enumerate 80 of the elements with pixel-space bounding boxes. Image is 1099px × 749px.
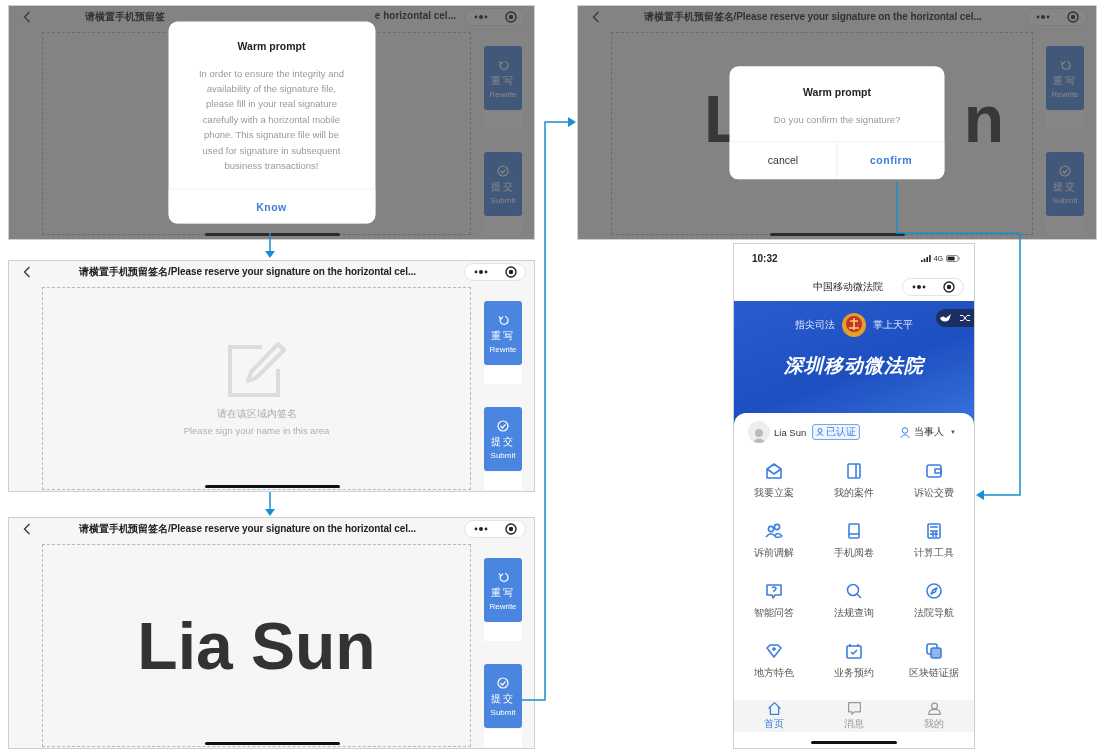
service-item[interactable]: 智能问答 [734,573,814,633]
people-icon [764,521,784,541]
more-icon[interactable] [473,526,488,532]
rewrite-button[interactable]: 重写 Rewrite [484,558,522,622]
signature-text: Lia Sun [137,607,376,684]
slogan-text: 掌上天平 [873,318,913,332]
service-item[interactable]: 计算工具 [894,513,974,573]
close-icon[interactable] [504,523,517,535]
person-icon [752,428,766,443]
service-item[interactable]: 我要立案 [734,453,814,513]
badge-label: 已认证 [826,425,857,439]
page-title: 请横置手机预留签名/Please reserve your signature on the horizontal cel... [78,265,417,279]
app-title: 中国移动微法院 [812,280,884,294]
blank-panel [484,623,522,641]
dialog-title: Warm prompt [802,84,872,100]
close-icon[interactable] [942,281,955,293]
banner-heading: 深圳移动微法院 [784,354,924,378]
service-item[interactable]: 法院导航 [894,573,974,633]
blank-panel [484,366,522,384]
compass-icon [924,581,944,601]
more-icon[interactable] [911,284,926,290]
edit-icon [225,341,288,399]
connector-arrow [265,232,275,258]
rewrite-button[interactable]: 重写 Rewrite [484,301,522,365]
book-icon [844,461,864,481]
switch-pill[interactable] [936,309,974,327]
shuffle-icon [960,314,970,322]
calculator-icon [924,521,944,541]
battery-icon [946,255,960,262]
cancel-button[interactable]: cancel [729,142,837,180]
service-item[interactable]: 诉讼交费 [894,453,974,513]
service-item[interactable]: 法规查询 [814,573,894,633]
service-item[interactable]: 地方特色 [734,633,814,693]
page-title: 请横置手机预留签 [85,10,165,24]
back-icon[interactable] [23,266,31,278]
know-button[interactable]: Know [168,189,375,224]
service-item[interactable]: 我的案件 [814,453,894,513]
copy-icon [924,641,944,661]
user-name: Lia Sun [774,426,807,438]
page-title: 请横置手机预留签名/Please reserve your signature on the horizontal cel... [643,10,983,24]
wallet-icon [924,461,944,481]
person-icon [900,426,912,438]
more-icon[interactable] [473,269,488,275]
check-circle-icon [496,675,510,690]
submit-button[interactable]: 提交 Submit [484,407,522,471]
slogan-text: 指尖司法 [795,318,835,332]
envelope-icon [764,461,784,481]
menu-capsule[interactable] [902,278,964,296]
calendar-icon [844,641,864,661]
person-icon [816,428,825,436]
user-icon [926,701,942,716]
page-title: 请横置手机预留签名/Please reserve your signature on the horizontal cel... [78,522,417,536]
placeholder-text: 请在该区域内签名 [216,407,297,421]
help-icon [764,581,784,601]
dialog-title: Warm prompt [236,38,307,54]
clock-time: 10:32 [752,253,778,264]
message-icon [846,701,862,716]
confirm-button[interactable]: confirm [836,142,945,180]
service-item[interactable]: 诉前调解 [734,513,814,573]
connector-arrow [265,491,275,516]
dialog-message: Do you confirm the signature? [772,112,902,127]
page-title: e horizontal cel... [374,10,456,23]
signature-text: n [963,80,1004,157]
service-item[interactable]: 业务预约 [814,633,894,693]
service-item[interactable]: 手机阅卷 [814,513,894,573]
home-icon [766,701,782,716]
menu-capsule[interactable] [464,263,526,281]
close-icon[interactable] [504,266,517,278]
dialog-message: In order to ensure the integrity and availability of the signature file, please fill in your real signature carefully with a horizontal mobile phone. This signature file will be used for signature in subsequent business transactions! [197,66,346,173]
check-circle-icon [496,418,510,433]
search-icon [844,581,864,601]
back-icon[interactable] [23,523,31,535]
submit-button[interactable]: 提交 Submit [484,664,522,728]
menu-capsule[interactable] [464,520,526,538]
diamond-icon [764,641,784,661]
emblem-icon [841,311,867,339]
tab[interactable]: 首页 [734,700,814,732]
signal-icon [920,255,931,262]
service-item[interactable]: 区块链证据 [894,633,974,693]
bird-icon [940,313,952,323]
